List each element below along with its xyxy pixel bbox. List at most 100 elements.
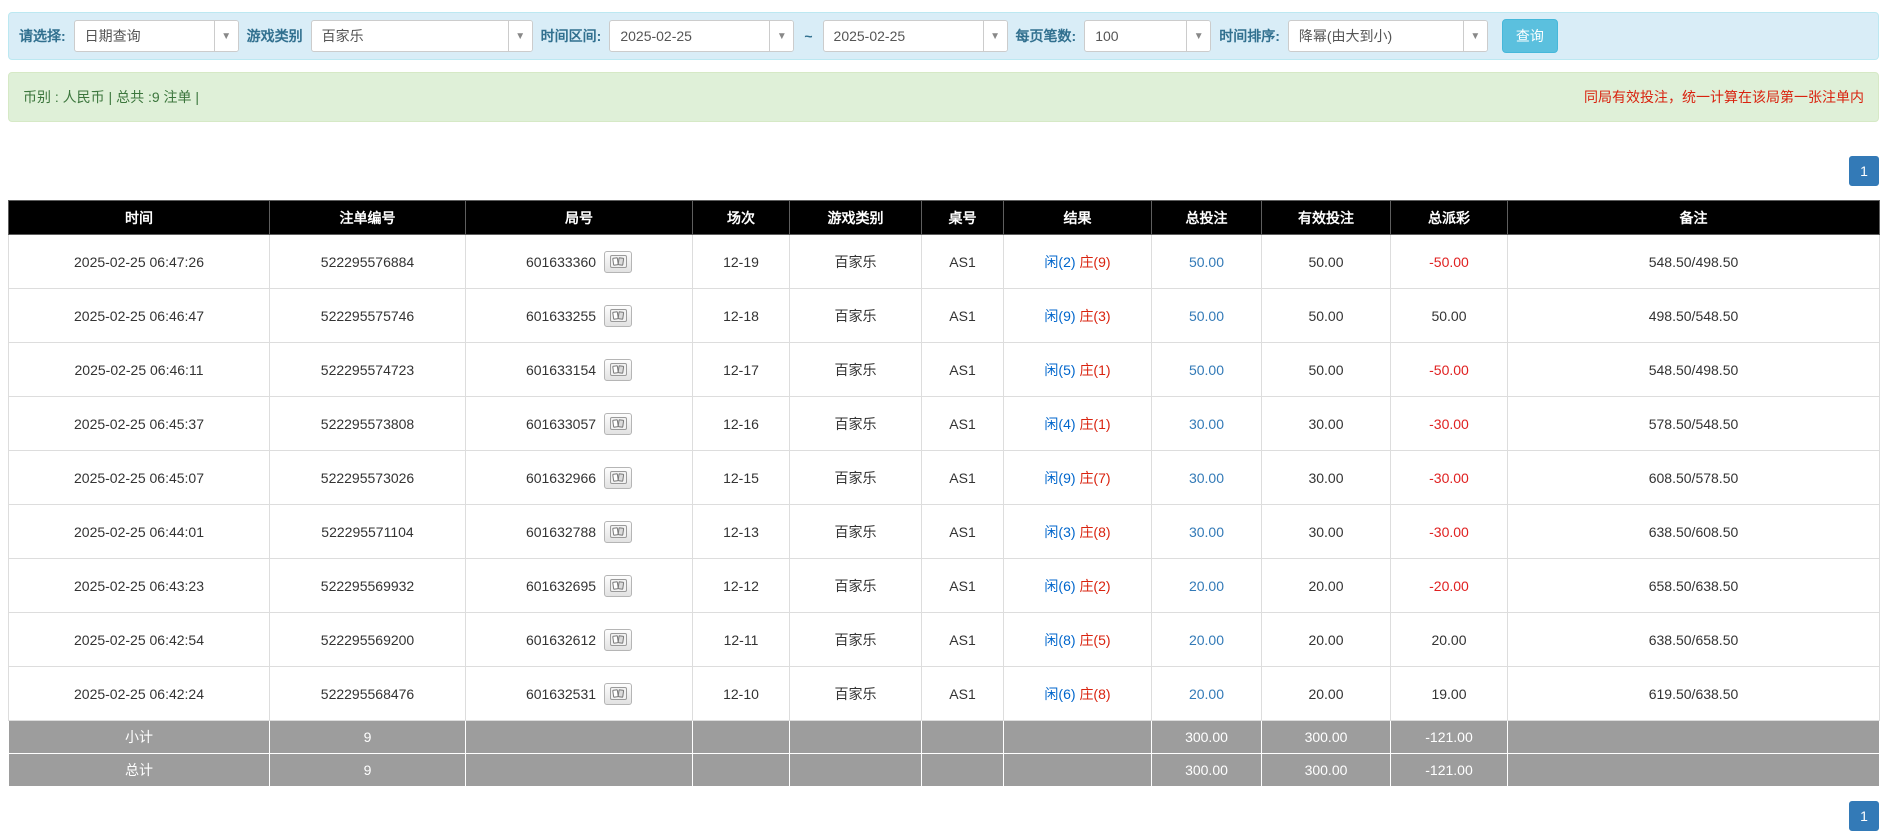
total-bet-link[interactable]: 20.00 [1189,686,1224,702]
page-1-button[interactable]: 1 [1849,156,1879,186]
total-bet-link[interactable]: 30.00 [1189,524,1224,540]
cell-valid-bet: 30.00 [1262,397,1391,451]
sort-order-select[interactable]: 降幂(由大到小) ▼ [1288,20,1488,52]
sort-order-label: 时间排序: [1219,26,1280,46]
total-bet-link[interactable]: 50.00 [1189,254,1224,270]
cell-result: 闲(5) 庄(1) [1004,343,1152,397]
cell-time: 2025-02-25 06:44:01 [9,505,270,559]
cell-game: 百家乐 [790,505,922,559]
cell-remark: 548.50/498.50 [1508,235,1880,289]
cell-payout: -20.00 [1391,559,1508,613]
cell-result: 闲(3) 庄(8) [1004,505,1152,559]
cell-total-bet: 50.00 [1152,235,1262,289]
cards-replay-icon [610,417,627,430]
date-from-input[interactable]: 2025-02-25 ▼ [609,20,794,52]
total-bet-link[interactable]: 30.00 [1189,416,1224,432]
cell-total-bet: 20.00 [1152,613,1262,667]
round-no-text: 601632788 [526,524,596,540]
cell-time: 2025-02-25 06:43:23 [9,559,270,613]
total-bet-link[interactable]: 20.00 [1189,578,1224,594]
result-player: 闲(5) [1044,362,1075,378]
date-to-input[interactable]: 2025-02-25 ▼ [823,20,1008,52]
cell-time: 2025-02-25 06:46:11 [9,343,270,397]
cell-payout: 20.00 [1391,613,1508,667]
cell-result: 闲(9) 庄(3) [1004,289,1152,343]
cell-session: 12-12 [693,559,790,613]
round-no-text: 601633360 [526,254,596,270]
cell-bet-no: 522295576884 [270,235,466,289]
cell-session: 12-19 [693,235,790,289]
round-replay-button[interactable] [604,629,632,651]
cell-total-bet: 30.00 [1152,451,1262,505]
cell-time: 2025-02-25 06:46:47 [9,289,270,343]
cell-valid-bet: 20.00 [1262,559,1391,613]
round-replay-button[interactable] [604,359,632,381]
cell-game: 百家乐 [790,343,922,397]
subtotal-total-bet: 300.00 [1152,721,1262,754]
cell-time: 2025-02-25 06:45:07 [9,451,270,505]
cell-table-no: AS1 [922,289,1004,343]
cards-replay-icon [610,471,627,484]
page-1-button[interactable]: 1 [1849,801,1879,831]
cell-valid-bet: 20.00 [1262,613,1391,667]
cell-round-no: 601632531 [466,667,693,721]
cell-result: 闲(9) 庄(7) [1004,451,1152,505]
time-range-label: 时间区间: [541,26,602,46]
subtotal-payout: -121.00 [1391,721,1508,754]
cell-result: 闲(2) 庄(9) [1004,235,1152,289]
total-bet-link[interactable]: 30.00 [1189,470,1224,486]
cell-session: 12-10 [693,667,790,721]
cell-game: 百家乐 [790,451,922,505]
currency-summary-text: 币别 : 人民币 | 总共 :9 注单 | [23,87,199,107]
result-player: 闲(6) [1044,578,1075,594]
game-category-select[interactable]: 百家乐 ▼ [311,20,533,52]
cell-remark: 608.50/578.50 [1508,451,1880,505]
cell-empty [693,721,790,754]
cell-time: 2025-02-25 06:42:54 [9,613,270,667]
cell-table-no: AS1 [922,505,1004,559]
table-row: 2025-02-25 06:44:01 522295571104 6016327… [9,505,1880,559]
cell-valid-bet: 50.00 [1262,343,1391,397]
total-bet-link[interactable]: 50.00 [1189,308,1224,324]
cell-empty [1508,754,1880,787]
cell-game: 百家乐 [790,397,922,451]
query-button[interactable]: 查询 [1502,19,1558,53]
result-player: 闲(4) [1044,416,1075,432]
col-header-table-no: 桌号 [922,201,1004,235]
round-replay-button[interactable] [604,521,632,543]
result-banker: 庄(2) [1079,578,1110,594]
round-no-text: 601633057 [526,416,596,432]
per-page-select[interactable]: 100 ▼ [1084,20,1211,52]
cell-round-no: 601633057 [466,397,693,451]
pagination-top: 1 [8,156,1879,186]
cell-payout: 50.00 [1391,289,1508,343]
total-bet-link[interactable]: 50.00 [1189,362,1224,378]
cell-bet-no: 522295569932 [270,559,466,613]
query-type-select[interactable]: 日期查询 ▼ [74,20,239,52]
round-replay-button[interactable] [604,683,632,705]
cell-table-no: AS1 [922,343,1004,397]
cell-session: 12-15 [693,451,790,505]
round-replay-button[interactable] [604,575,632,597]
result-banker: 庄(5) [1079,632,1110,648]
cell-result: 闲(6) 庄(8) [1004,667,1152,721]
cell-empty [1004,754,1152,787]
game-category-label: 游戏类别 [247,26,303,46]
cell-empty [466,754,693,787]
cell-remark: 638.50/608.50 [1508,505,1880,559]
col-header-remark: 备注 [1508,201,1880,235]
total-bet-link[interactable]: 20.00 [1189,632,1224,648]
cell-valid-bet: 30.00 [1262,451,1391,505]
range-separator: ~ [802,28,814,44]
round-replay-button[interactable] [604,251,632,273]
cards-replay-icon [610,687,627,700]
cell-empty [693,754,790,787]
cell-table-no: AS1 [922,667,1004,721]
round-replay-button[interactable] [604,305,632,327]
cell-session: 12-13 [693,505,790,559]
cell-round-no: 601633154 [466,343,693,397]
round-replay-button[interactable] [604,413,632,435]
round-replay-button[interactable] [604,467,632,489]
cell-payout: -30.00 [1391,451,1508,505]
col-header-time: 时间 [9,201,270,235]
